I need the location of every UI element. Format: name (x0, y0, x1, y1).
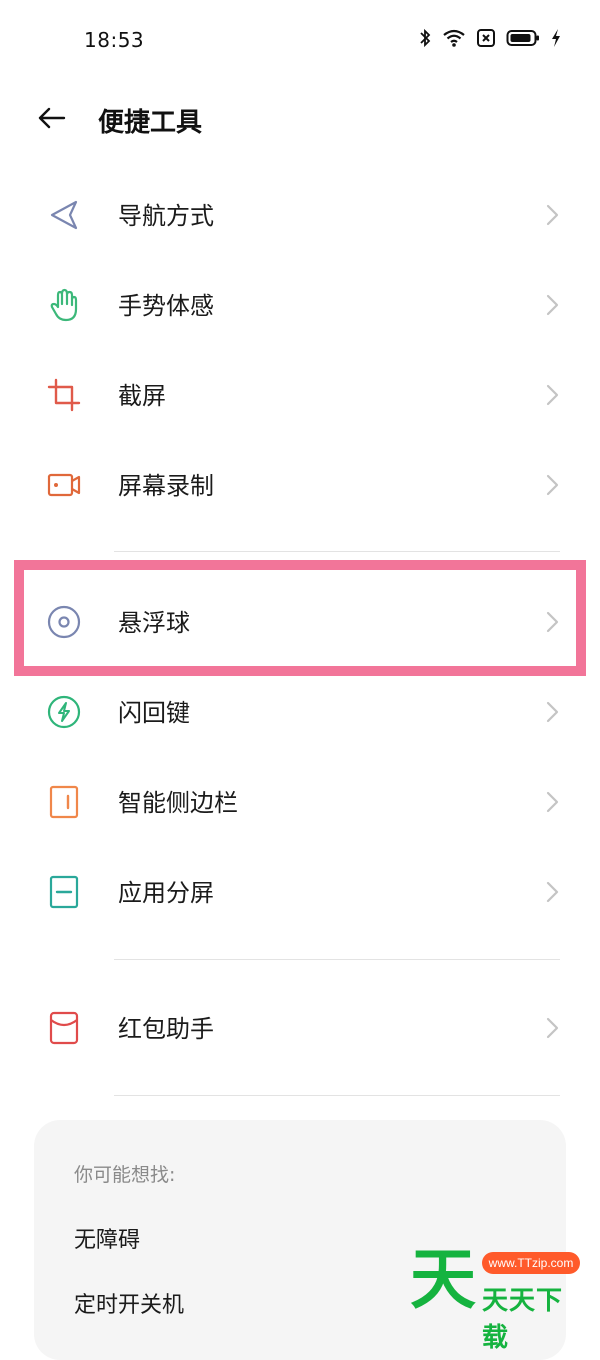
item-label: 闪回键 (118, 699, 190, 727)
divider (114, 1095, 560, 1096)
item-label: 智能侧边栏 (118, 789, 238, 817)
watermark-big-char: 天 (410, 1241, 476, 1318)
navigation-icon (46, 197, 82, 233)
chevron-right-icon (542, 700, 562, 724)
chevron-right-icon (542, 790, 562, 814)
watermark-url: www.TTzip.com (482, 1252, 580, 1274)
item-label: 红包助手 (118, 1015, 214, 1043)
battery-icon (506, 28, 540, 48)
sidebar-icon (46, 784, 82, 820)
split-screen-icon (46, 874, 82, 910)
list-item-smart-sidebar[interactable]: 智能侧边栏 (0, 757, 600, 847)
watermark-logo: 天 www.TTzip.com 天天下载 (410, 1240, 580, 1353)
suggestions-title: 你可能想找: (74, 1164, 176, 1186)
item-label: 截屏 (118, 382, 166, 410)
red-envelope-icon (46, 1010, 82, 1046)
arrow-left-icon (36, 106, 68, 134)
suggestion-link[interactable]: 定时开关机 (74, 1287, 184, 1319)
list-item-flash-back[interactable]: 闪回键 (0, 667, 600, 757)
list-item-screen-record[interactable]: 屏幕录制 (0, 440, 600, 530)
item-label: 导航方式 (118, 202, 214, 230)
list-item-red-envelope[interactable]: 红包助手 (0, 983, 600, 1073)
item-label: 应用分屏 (118, 879, 214, 907)
chevron-right-icon (542, 203, 562, 227)
status-bar: 18:53 (0, 0, 600, 80)
charging-icon (550, 28, 562, 48)
back-button[interactable] (32, 102, 72, 138)
page-title: 便捷工具 (98, 108, 203, 138)
status-icons (418, 28, 562, 48)
chevron-right-icon (542, 880, 562, 904)
list-item-gestures[interactable]: 手势体感 (0, 260, 600, 350)
bluetooth-icon (418, 28, 432, 48)
hand-icon (46, 287, 82, 323)
chevron-right-icon (542, 1016, 562, 1040)
divider (114, 959, 560, 960)
chevron-right-icon (542, 293, 562, 317)
crop-icon (46, 377, 82, 413)
status-time: 18:53 (84, 28, 145, 52)
suggestion-link[interactable]: 无障碍 (74, 1222, 140, 1254)
divider (114, 551, 560, 552)
header: 便捷工具 (0, 90, 600, 150)
item-label: 屏幕录制 (118, 472, 214, 500)
highlight-box (14, 560, 586, 676)
list-item-split-screen[interactable]: 应用分屏 (0, 847, 600, 937)
chevron-right-icon (542, 383, 562, 407)
flash-back-icon (46, 694, 82, 730)
wifi-icon (442, 28, 466, 48)
video-record-icon (46, 467, 82, 503)
watermark-text: 天天下载 (482, 1286, 564, 1353)
chevron-right-icon (542, 473, 562, 497)
item-label: 手势体感 (118, 292, 214, 320)
list-item-navigation[interactable]: 导航方式 (0, 170, 600, 260)
list-item-screenshot[interactable]: 截屏 (0, 350, 600, 440)
sim-off-icon (476, 28, 496, 48)
